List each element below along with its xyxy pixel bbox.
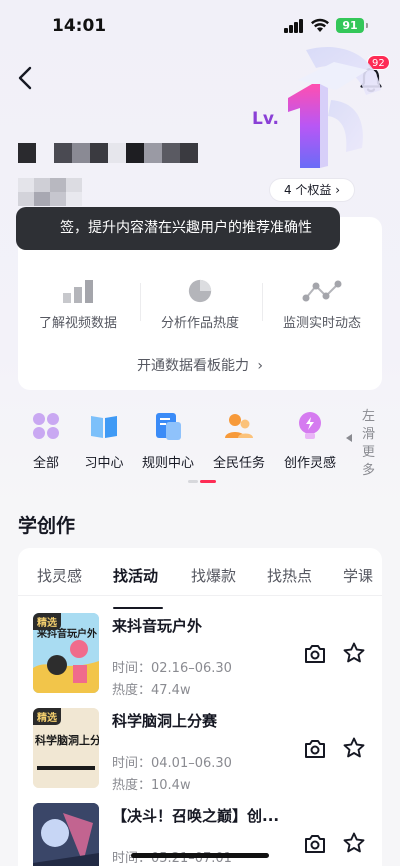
event-heat: 热度：10.4w bbox=[112, 778, 191, 793]
chevron-right-icon: › bbox=[257, 358, 264, 374]
level-badge-art: Lv. bbox=[252, 46, 381, 168]
caret-left-icon bbox=[346, 434, 352, 442]
quick-nav-learning[interactable]: 习中心 bbox=[82, 410, 126, 471]
event-thumbnail: 精选 来抖音玩户外 bbox=[33, 613, 99, 693]
quick-nav-label: 全部 bbox=[32, 456, 59, 471]
event-time: 时间：04.01–06.30 bbox=[112, 756, 232, 771]
event-title: 来抖音玩户外 bbox=[112, 617, 203, 635]
section-title: 学创作 bbox=[18, 515, 76, 537]
quick-nav-rules[interactable]: 规则中心 bbox=[140, 410, 196, 471]
back-icon[interactable] bbox=[14, 64, 38, 92]
learn-tabs: 找灵感 找活动 找爆款 找热点 学课 bbox=[18, 565, 382, 609]
tab-hits[interactable]: 找爆款 bbox=[191, 565, 236, 586]
event-item[interactable]: 精选 来抖音玩户外 来抖音玩户外 时间：02.16–06.30 热度：47.4w bbox=[18, 613, 382, 703]
document-icon bbox=[156, 413, 181, 440]
rights-button[interactable]: 4 个权益 › bbox=[270, 179, 354, 201]
tab-courses[interactable]: 学课 bbox=[343, 565, 373, 586]
swipe-more-hint: 左滑更多 bbox=[362, 409, 376, 478]
data-item-label: 监测实时动态 bbox=[282, 316, 361, 331]
book-icon bbox=[91, 416, 117, 438]
open-board-label: 开通数据看板能力 bbox=[136, 358, 249, 374]
star-icon[interactable] bbox=[342, 736, 366, 760]
event-item[interactable]: 精选 科学脑洞上分赛 科学脑洞上分赛 时间：04.01–06.30 热度：10.… bbox=[18, 708, 382, 798]
thumb-text: 科学脑洞上分赛 bbox=[35, 733, 99, 747]
star-icon[interactable] bbox=[342, 831, 366, 855]
bar-chart-icon bbox=[63, 280, 93, 303]
event-time: 时间：02.16–06.30 bbox=[112, 661, 232, 676]
masked-username bbox=[18, 143, 200, 163]
signal-icon bbox=[284, 19, 304, 33]
camera-icon[interactable] bbox=[303, 643, 327, 665]
quick-nav-inspiration[interactable]: 创作灵感 bbox=[282, 410, 338, 471]
data-item-trend[interactable]: 监测实时动态 bbox=[262, 278, 382, 331]
quick-nav-label: 创作灵感 bbox=[283, 456, 336, 471]
wifi-icon bbox=[311, 18, 329, 32]
data-item-label: 分析作品热度 bbox=[160, 316, 239, 331]
quick-nav-label: 全民任务 bbox=[212, 456, 265, 471]
people-icon bbox=[225, 414, 253, 438]
quick-nav-tasks[interactable]: 全民任务 bbox=[211, 410, 267, 471]
grid-icon bbox=[33, 413, 59, 439]
quick-nav-label: 规则中心 bbox=[141, 456, 194, 471]
quick-nav-label: 习中心 bbox=[84, 456, 124, 471]
divider bbox=[18, 595, 382, 596]
event-thumbnail bbox=[33, 803, 99, 866]
data-item-video[interactable]: 了解视频数据 bbox=[18, 278, 138, 331]
star-icon[interactable] bbox=[342, 641, 366, 665]
battery-indicator: 91 bbox=[336, 18, 364, 33]
level-prefix: Lv. bbox=[252, 109, 279, 129]
tab-inspiration[interactable]: 找灵感 bbox=[37, 565, 82, 586]
pie-chart-icon bbox=[188, 279, 212, 303]
open-board-link[interactable]: 开通数据看板能力 › bbox=[18, 355, 382, 375]
event-title: 科学脑洞上分赛 bbox=[112, 712, 218, 730]
event-thumbnail: 精选 科学脑洞上分赛 bbox=[33, 708, 99, 788]
home-indicator[interactable] bbox=[131, 853, 269, 858]
tab-events[interactable]: 找活动 bbox=[113, 565, 158, 586]
battery-tip bbox=[366, 23, 368, 28]
tab-active-underline bbox=[113, 607, 163, 609]
quick-nav-all[interactable]: 全部 bbox=[28, 410, 64, 471]
lightbulb-icon bbox=[299, 412, 321, 439]
line-trend-icon bbox=[302, 280, 342, 302]
page-indicator bbox=[188, 480, 216, 483]
event-heat: 热度：47.4w bbox=[112, 683, 191, 698]
camera-icon[interactable] bbox=[303, 738, 327, 760]
learn-card: 找灵感 找活动 找爆款 找热点 学课 精选 来抖音玩户外 来抖音玩户外 时间：0… bbox=[18, 548, 382, 866]
featured-tag: 精选 bbox=[33, 613, 61, 630]
tag-tooltip: 签，提升内容潜在兴趣用户的推荐准确性 bbox=[16, 207, 340, 250]
status-time: 14:01 bbox=[52, 16, 107, 36]
tab-hotspots[interactable]: 找热点 bbox=[267, 565, 312, 586]
event-title: 【决斗！召唤之巅】创... bbox=[112, 807, 280, 825]
data-item-heat[interactable]: 分析作品热度 bbox=[140, 278, 260, 331]
data-item-label: 了解视频数据 bbox=[38, 316, 117, 331]
featured-tag: 精选 bbox=[33, 708, 61, 725]
camera-icon[interactable] bbox=[303, 833, 327, 855]
